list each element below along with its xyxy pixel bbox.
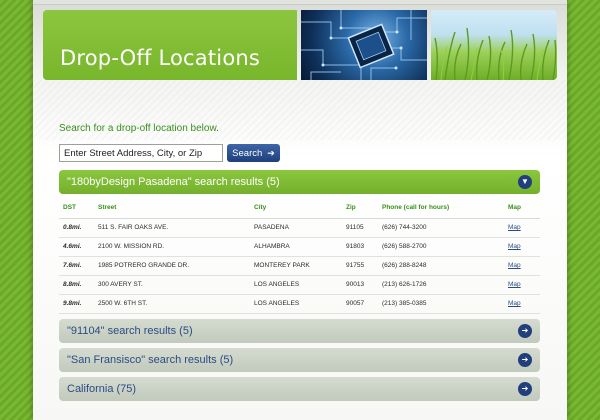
cell-city: PASADENA bbox=[250, 218, 342, 238]
cell-street: 300 AVERY ST. bbox=[94, 275, 250, 295]
col-header-street: Street bbox=[94, 198, 250, 219]
cell-zip: 91105 bbox=[342, 218, 378, 238]
map-link[interactable]: Map bbox=[504, 256, 540, 276]
arrow-right-icon[interactable]: ➔ bbox=[518, 382, 532, 396]
cell-zip: 91755 bbox=[342, 256, 378, 276]
cell-city: ALHAMBRA bbox=[250, 237, 342, 257]
results-accordion-91104[interactable]: "91104" search results (5) ➔ bbox=[59, 319, 540, 343]
cell-phone: (213) 626-1726 bbox=[378, 275, 504, 295]
panel-top-edge bbox=[33, 0, 567, 5]
map-link[interactable]: Map bbox=[504, 294, 540, 314]
map-link[interactable]: Map bbox=[504, 275, 540, 295]
cell-city: MONTEREY PARK bbox=[250, 256, 342, 276]
col-header-phone: Phone (call for hours) bbox=[378, 198, 504, 219]
cell-city: LOS ANGELES bbox=[250, 275, 342, 295]
cell-dst: 7.6mi. bbox=[59, 256, 94, 276]
page-title: Drop-Off Locations bbox=[60, 46, 261, 70]
results-accordion-california[interactable]: California (75) ➔ bbox=[59, 377, 540, 401]
col-header-map: Map bbox=[504, 198, 540, 219]
table-row: 4.6mi. 2100 W. MISSION RD. ALHAMBRA 9180… bbox=[59, 237, 540, 257]
cell-street: 2100 W. MISSION RD. bbox=[94, 237, 250, 257]
cell-phone: (213) 385-0385 bbox=[378, 294, 504, 314]
cell-phone: (626) 588-2700 bbox=[378, 237, 504, 257]
table-row: 7.6mi. 1985 POTRERO GRANDE DR. MONTEREY … bbox=[59, 256, 540, 276]
main-panel: Drop-Off Locations Search for a drop-off… bbox=[33, 0, 567, 420]
cell-dst: 9.8mi. bbox=[59, 294, 94, 314]
table-row: 0.8mi. 511 S. FAIR OAKS AVE. PASADENA 91… bbox=[59, 218, 540, 238]
grass-image bbox=[431, 10, 557, 80]
map-link[interactable]: Map bbox=[504, 218, 540, 238]
table-row: 8.8mi. 300 AVERY ST. LOS ANGELES 90013 (… bbox=[59, 275, 540, 295]
arrow-right-icon[interactable]: ➔ bbox=[518, 353, 532, 367]
cell-dst: 4.6mi. bbox=[59, 237, 94, 257]
cell-phone: (626) 744-3200 bbox=[378, 218, 504, 238]
accordion-heading: "San Fransisco" search results (5) bbox=[67, 354, 234, 366]
cell-zip: 90013 bbox=[342, 275, 378, 295]
map-link[interactable]: Map bbox=[504, 237, 540, 257]
search-button-label: Search bbox=[232, 147, 263, 159]
cell-zip: 90057 bbox=[342, 294, 378, 314]
search-button[interactable]: Search ➔ bbox=[227, 144, 280, 162]
circuit-board-image bbox=[301, 10, 427, 80]
accordion-heading: California (75) bbox=[67, 383, 137, 395]
cell-street: 1985 POTRERO GRANDE DR. bbox=[94, 256, 250, 276]
cell-street: 511 S. FAIR OAKS AVE. bbox=[94, 218, 250, 238]
chevron-down-icon[interactable]: ▼ bbox=[518, 175, 532, 189]
arrow-right-icon[interactable]: ➔ bbox=[518, 324, 532, 338]
arrow-right-icon: ➔ bbox=[267, 147, 275, 158]
results-table: DST Street City Zip Phone (call for hour… bbox=[59, 198, 540, 314]
search-input[interactable] bbox=[59, 144, 223, 162]
cell-city: LOS ANGELES bbox=[250, 294, 342, 314]
table-row: 9.8mi. 2500 W. 6TH ST. LOS ANGELES 90057… bbox=[59, 294, 540, 314]
col-header-zip: Zip bbox=[342, 198, 378, 219]
cell-phone: (626) 288-8248 bbox=[378, 256, 504, 276]
table-header-row: DST Street City Zip Phone (call for hour… bbox=[59, 198, 540, 219]
header-banner: Drop-Off Locations bbox=[43, 10, 297, 80]
col-header-dst: DST bbox=[59, 198, 94, 219]
col-header-city: City bbox=[250, 198, 342, 219]
cell-dst: 8.8mi. bbox=[59, 275, 94, 295]
cell-zip: 91803 bbox=[342, 237, 378, 257]
search-intro: Search for a drop-off location below. bbox=[59, 123, 219, 134]
cell-street: 2500 W. 6TH ST. bbox=[94, 294, 250, 314]
accordion-heading: "91104" search results (5) bbox=[67, 325, 193, 337]
accordion-heading: "180byDesign Pasadena" search results (5… bbox=[67, 176, 280, 188]
results-accordion-san-fransisco[interactable]: "San Fransisco" search results (5) ➔ bbox=[59, 348, 540, 372]
cell-dst: 0.8mi. bbox=[59, 218, 94, 238]
results-accordion-180bydesign[interactable]: "180byDesign Pasadena" search results (5… bbox=[59, 170, 540, 194]
